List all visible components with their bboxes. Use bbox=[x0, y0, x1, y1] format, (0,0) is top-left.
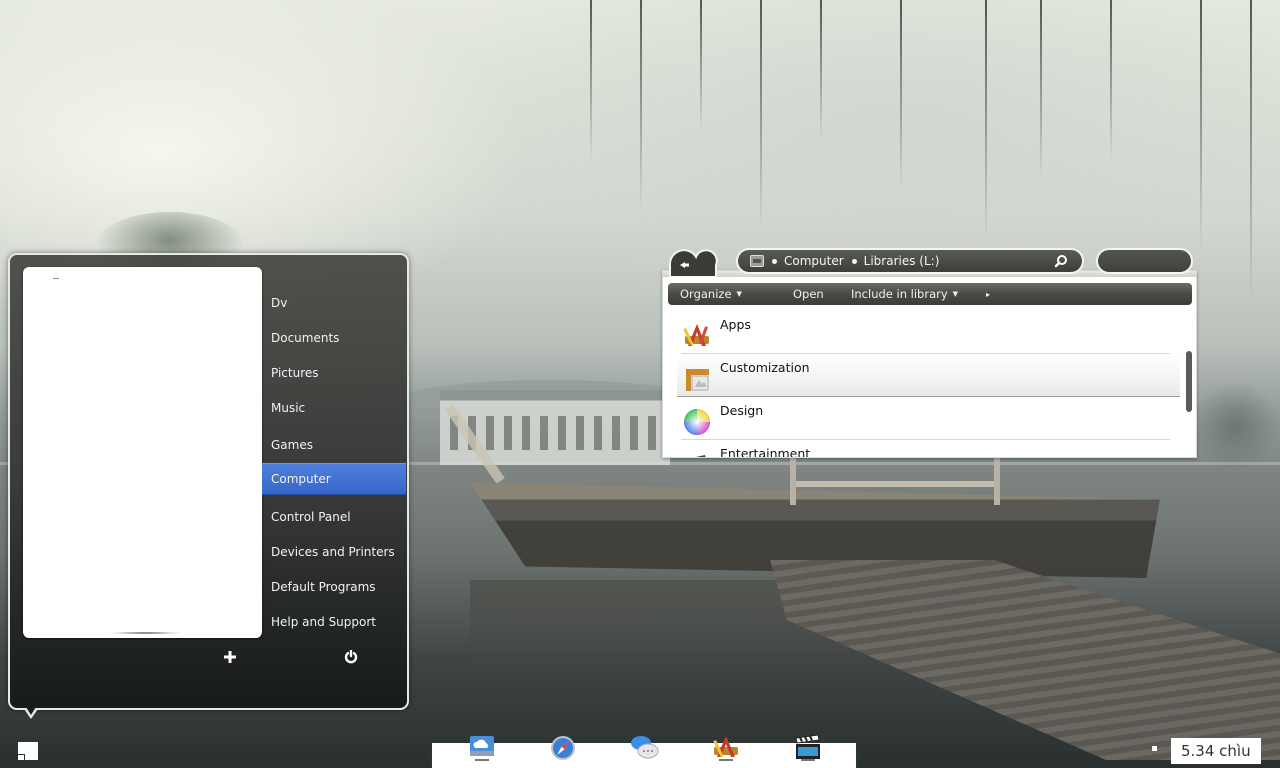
breadcrumb-separator bbox=[851, 258, 857, 264]
cloud-drive-icon bbox=[470, 736, 494, 756]
start-button[interactable] bbox=[18, 742, 38, 760]
programs-pane-shadow bbox=[108, 632, 183, 634]
dock-app-xcode[interactable] bbox=[712, 735, 740, 763]
power-icon bbox=[344, 649, 358, 664]
more-commands-button[interactable]: ▸ bbox=[986, 290, 990, 299]
organize-button[interactable]: Organize ▼ bbox=[680, 287, 742, 301]
list-item-design[interactable]: Design bbox=[677, 397, 1180, 440]
explorer-body: Organize ▼ Open Include in library ▼ ▸ A… bbox=[662, 270, 1197, 458]
start-item-label: Dv bbox=[271, 296, 288, 310]
caret-down-icon: ▼ bbox=[952, 290, 959, 298]
clock-time: 5.34 chìu bbox=[1181, 742, 1251, 760]
start-item-devices-and-printers[interactable]: Devices and Printers bbox=[262, 536, 406, 568]
start-menu-pointer bbox=[24, 707, 38, 719]
search-icon[interactable] bbox=[1054, 254, 1068, 268]
dock-app-safari[interactable] bbox=[550, 735, 578, 763]
list-item-label: Apps bbox=[720, 317, 751, 332]
list-item-label: Entertainment bbox=[720, 446, 811, 457]
dock-app-video-editor[interactable] bbox=[794, 734, 822, 763]
list-item-label: Design bbox=[720, 403, 764, 418]
start-item-pictures[interactable]: Pictures bbox=[262, 357, 406, 389]
start-item-label: Default Programs bbox=[271, 580, 376, 594]
start-item-dv[interactable]: Dv bbox=[262, 287, 406, 319]
xcode-icon bbox=[713, 736, 738, 758]
start-item-label: Games bbox=[271, 438, 313, 452]
shutdown-button[interactable] bbox=[344, 649, 358, 667]
breadcrumb-separator bbox=[772, 258, 777, 264]
list-item-apps[interactable]: Apps bbox=[677, 311, 1180, 354]
programs-pane-marker bbox=[53, 278, 59, 279]
library-list: Apps Customization Design Entertainment bbox=[677, 311, 1182, 457]
start-item-default-programs[interactable]: Default Programs bbox=[262, 571, 406, 603]
start-item-label: Control Panel bbox=[271, 510, 351, 524]
customization-icon bbox=[686, 369, 709, 391]
start-item-games[interactable]: Games bbox=[262, 429, 406, 461]
running-indicator bbox=[475, 759, 489, 761]
start-logo-icon bbox=[18, 742, 38, 760]
apps-icon bbox=[683, 324, 709, 346]
compass-icon bbox=[551, 736, 575, 760]
open-label: Open bbox=[793, 287, 824, 301]
color-wheel-icon bbox=[684, 409, 710, 435]
taskbar-clock[interactable]: 5.34 chìu bbox=[1171, 738, 1261, 764]
dock bbox=[430, 734, 858, 768]
start-item-computer[interactable]: Computer bbox=[262, 463, 406, 495]
programs-pane[interactable] bbox=[23, 267, 262, 638]
organize-label: Organize bbox=[680, 287, 732, 301]
computer-icon bbox=[750, 255, 764, 267]
start-menu: Dv Documents Pictures Music Games Comput… bbox=[8, 253, 409, 719]
entertainment-icon bbox=[696, 455, 706, 457]
start-item-label: Pictures bbox=[271, 366, 319, 380]
start-item-label: Music bbox=[271, 401, 306, 415]
start-item-label: Documents bbox=[271, 331, 340, 345]
start-item-label: Devices and Printers bbox=[271, 545, 395, 559]
clapperboard-icon bbox=[795, 734, 820, 759]
include-in-library-label: Include in library bbox=[851, 287, 948, 301]
tray-indicator bbox=[1152, 746, 1157, 751]
search-input[interactable] bbox=[1096, 248, 1193, 274]
caret-down-icon: ▼ bbox=[736, 290, 742, 298]
dock-app-icloud-drive[interactable] bbox=[469, 735, 497, 763]
start-item-music[interactable]: Music bbox=[262, 392, 406, 424]
explorer-toolbar: Organize ▼ Open Include in library ▼ ▸ bbox=[668, 283, 1192, 305]
include-in-library-button[interactable]: Include in library ▼ bbox=[851, 287, 958, 301]
add-button[interactable] bbox=[224, 651, 236, 666]
dock-app-messages[interactable] bbox=[630, 735, 659, 763]
breadcrumb-libraries[interactable]: Libraries (L:) bbox=[864, 254, 940, 268]
list-item-label: Customization bbox=[720, 360, 810, 375]
address-bar[interactable]: Computer Libraries (L:) bbox=[736, 248, 1084, 274]
start-item-help-and-support[interactable]: Help and Support bbox=[262, 606, 406, 638]
list-scrollbar[interactable] bbox=[1186, 351, 1192, 412]
start-item-documents[interactable]: Documents bbox=[262, 322, 406, 354]
chevron-right-icon: ▸ bbox=[986, 289, 991, 299]
running-indicator bbox=[801, 759, 815, 761]
list-item-entertainment[interactable]: Entertainment bbox=[677, 440, 1180, 457]
running-indicator bbox=[719, 759, 733, 761]
back-button[interactable] bbox=[668, 247, 720, 277]
chat-bubbles-icon bbox=[631, 736, 659, 759]
start-item-label: Help and Support bbox=[271, 615, 376, 629]
open-button[interactable]: Open bbox=[793, 287, 824, 301]
list-item-customization[interactable]: Customization bbox=[677, 354, 1180, 397]
breadcrumb-computer[interactable]: Computer bbox=[784, 254, 844, 268]
explorer-window: Organize ▼ Open Include in library ▼ ▸ A… bbox=[662, 246, 1197, 458]
start-item-label: Computer bbox=[271, 472, 331, 486]
plus-icon bbox=[224, 651, 236, 663]
start-item-control-panel[interactable]: Control Panel bbox=[262, 501, 406, 533]
